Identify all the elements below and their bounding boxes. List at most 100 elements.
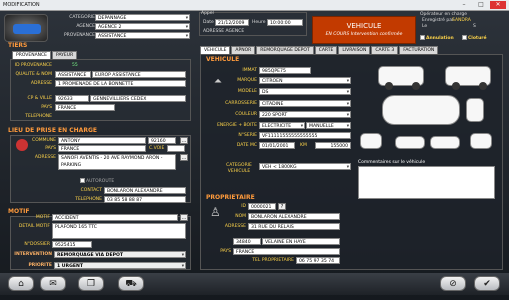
- prop-adresse-field[interactable]: 31 RUE DU RELAIS: [248, 223, 340, 230]
- car-icon[interactable]: ⛟: [118, 276, 144, 291]
- home-icon[interactable]: ⌂: [8, 276, 34, 291]
- dossier-field[interactable]: 9525415: [52, 241, 92, 248]
- car-side-small-right[interactable]: [430, 136, 460, 149]
- car-rear-view[interactable]: [466, 98, 484, 122]
- commune-cp-field[interactable]: 92160: [148, 137, 176, 144]
- km-field[interactable]: 155000: [315, 142, 351, 149]
- status-subtitle: EN COURS Intervention confirmée: [325, 32, 403, 37]
- adresse-search-button[interactable]: …: [180, 154, 188, 161]
- cancel-icon[interactable]: ⊘: [440, 276, 466, 291]
- motif-label: MOTIF: [35, 215, 50, 220]
- prise-title: LIEU DE PRISE EN CHARGE: [8, 127, 97, 134]
- ville-field[interactable]: GENNEVILLIERS CEDEX: [90, 95, 186, 102]
- car-side-right[interactable]: [445, 66, 491, 90]
- immat-label: IMMAT: [242, 68, 257, 73]
- couleur-label: COULEUR: [235, 112, 257, 117]
- pays-label: PAYS: [41, 105, 52, 110]
- chat-icon[interactable]: ✉: [40, 276, 66, 291]
- modele-select[interactable]: DS: [259, 88, 351, 95]
- car-side-left[interactable]: [378, 66, 424, 90]
- date-mc-field[interactable]: 01/01/2001: [259, 142, 295, 149]
- couleur-select[interactable]: 220 SPORT: [259, 111, 351, 118]
- qualite-field[interactable]: ASSISTANCE: [55, 71, 91, 78]
- prop-pays-field[interactable]: FRANCE: [233, 248, 340, 255]
- car-side-small-left[interactable]: [395, 136, 425, 149]
- cp-field[interactable]: 92633: [55, 95, 89, 102]
- heure-field[interactable]: 10:00:00: [267, 19, 303, 26]
- modification-window: MODIFICATION – □ ✕ CATEGORIE DEPANNAGE A…: [0, 0, 509, 300]
- tab-livraison[interactable]: LIVRAISON: [338, 46, 371, 54]
- le-label: Le: [422, 24, 428, 29]
- vehicule-title: VEHICULE: [206, 56, 240, 63]
- annulation-check-icon[interactable]: [420, 35, 425, 40]
- cloture-checkbox[interactable]: Cloturé: [462, 35, 487, 42]
- nom-field[interactable]: EUROP ASSISTANCE: [92, 71, 186, 78]
- dossier-label: N°DOSSIER: [24, 242, 50, 247]
- id-provenance-label: ID PROVENANCE: [14, 63, 52, 68]
- tab-provenance[interactable]: PROVENANCE: [12, 51, 52, 59]
- date-field[interactable]: 21/12/2009: [215, 19, 249, 26]
- immat-field[interactable]: 985QPE75: [259, 67, 311, 74]
- categorie-vehicule-select[interactable]: VEH < 1800KG: [259, 163, 351, 170]
- agence-select[interactable]: AGENCE 2: [95, 23, 190, 30]
- tab-carte-3[interactable]: CARTE 3: [371, 46, 399, 54]
- car-front-view[interactable]: [360, 133, 382, 149]
- detail-motif-label: DETAIL MOTIF: [18, 224, 50, 229]
- annulation-checkbox[interactable]: Annulation: [420, 35, 454, 42]
- car-top-view[interactable]: [382, 95, 460, 125]
- priorite-label: PRIORITE: [28, 263, 52, 268]
- minimize-button[interactable]: –: [456, 1, 472, 9]
- commune-search-button[interactable]: …: [180, 137, 188, 144]
- carrosserie-select[interactable]: CITADINE: [259, 100, 351, 107]
- autoroute-label: AUTOROUTE: [86, 179, 115, 184]
- commentaires-field[interactable]: [358, 166, 495, 199]
- detail-motif-field[interactable]: PLAFOND 165 TTC: [52, 223, 186, 239]
- prop-nom-field[interactable]: BONLARON ALEXANDRE: [248, 213, 340, 220]
- intervention-select[interactable]: REMORQUAGE VIA DEPOT: [54, 251, 186, 258]
- pays-field[interactable]: FRANCE: [55, 104, 115, 111]
- commune-field[interactable]: ANTONY: [58, 137, 146, 144]
- prop-id-field[interactable]: 0000021: [248, 203, 276, 210]
- motif-field[interactable]: ACCIDENT: [52, 214, 178, 221]
- maximize-button[interactable]: □: [473, 1, 489, 9]
- tab-carte[interactable]: CARTE: [314, 46, 338, 54]
- tab-remorquage-depot[interactable]: REMORQUAGE DEPOT: [256, 46, 314, 54]
- autoroute-checkbox[interactable]: AUTOROUTE: [80, 178, 114, 185]
- prise-telephone-field[interactable]: 03 85 58 88 87: [104, 196, 186, 203]
- motif-search-button[interactable]: …: [180, 214, 188, 221]
- close-button[interactable]: ✕: [490, 1, 506, 9]
- tab-facturation[interactable]: FACTURATION: [399, 46, 439, 54]
- serie-field[interactable]: VF11111555555555555: [259, 132, 351, 139]
- prise-adresse-field[interactable]: SANOFI AVENTIS - 20 AVE RAYMOND ARON - P…: [58, 154, 176, 170]
- prise-pays-field[interactable]: FRANCE: [58, 145, 146, 152]
- cvoie-field[interactable]: [167, 145, 185, 152]
- telephone-label: TELEPHONE: [25, 114, 52, 119]
- adresse-field[interactable]: 1 PROMENADE DE LA BONNETTE: [55, 80, 186, 87]
- priorite-select[interactable]: 1 URGENT: [54, 262, 186, 269]
- cloture-check-icon[interactable]: [462, 35, 467, 40]
- prop-ville-field[interactable]: VELAINE EN HAYE: [262, 238, 340, 245]
- prop-tel-field[interactable]: 06 75 97 35 74: [296, 257, 340, 264]
- energie-select[interactable]: ELECTRICITE: [259, 122, 305, 129]
- contact-label: CONTACT: [80, 188, 102, 193]
- provenance-label: PROVENANCE: [63, 33, 95, 38]
- prop-search-button[interactable]: ?: [278, 203, 286, 210]
- prop-adresse-label: ADRESSE: [224, 224, 246, 229]
- prop-cp-field[interactable]: 34840: [233, 238, 261, 245]
- date-mc-label: DATE MC: [236, 143, 257, 148]
- car-back-view[interactable]: [470, 133, 492, 149]
- serie-label: N°SERIE: [238, 133, 257, 138]
- tab-apnor[interactable]: APNOR: [231, 46, 256, 54]
- contact-field[interactable]: BONLARON ALEXANDRE: [104, 187, 186, 194]
- check-icon[interactable]: ✔: [474, 276, 500, 291]
- marque-select[interactable]: CITROEN: [259, 77, 351, 84]
- proprietaire-title: PROPRIETAIRE: [206, 194, 255, 201]
- copy-icon[interactable]: ❐: [78, 276, 104, 291]
- categorie-vehicule-label: CATEGORIE VEHICULE: [226, 163, 252, 174]
- provenance-select[interactable]: ASSISTANCE: [95, 32, 190, 39]
- boite-select[interactable]: MANUELLE: [306, 122, 351, 129]
- categorie-select[interactable]: DEPANNAGE: [95, 14, 190, 21]
- tab-vehicule[interactable]: VEHICULE: [200, 46, 231, 54]
- tab-payeur[interactable]: PAYEUR: [52, 51, 78, 59]
- autoroute-check-icon[interactable]: [80, 178, 85, 183]
